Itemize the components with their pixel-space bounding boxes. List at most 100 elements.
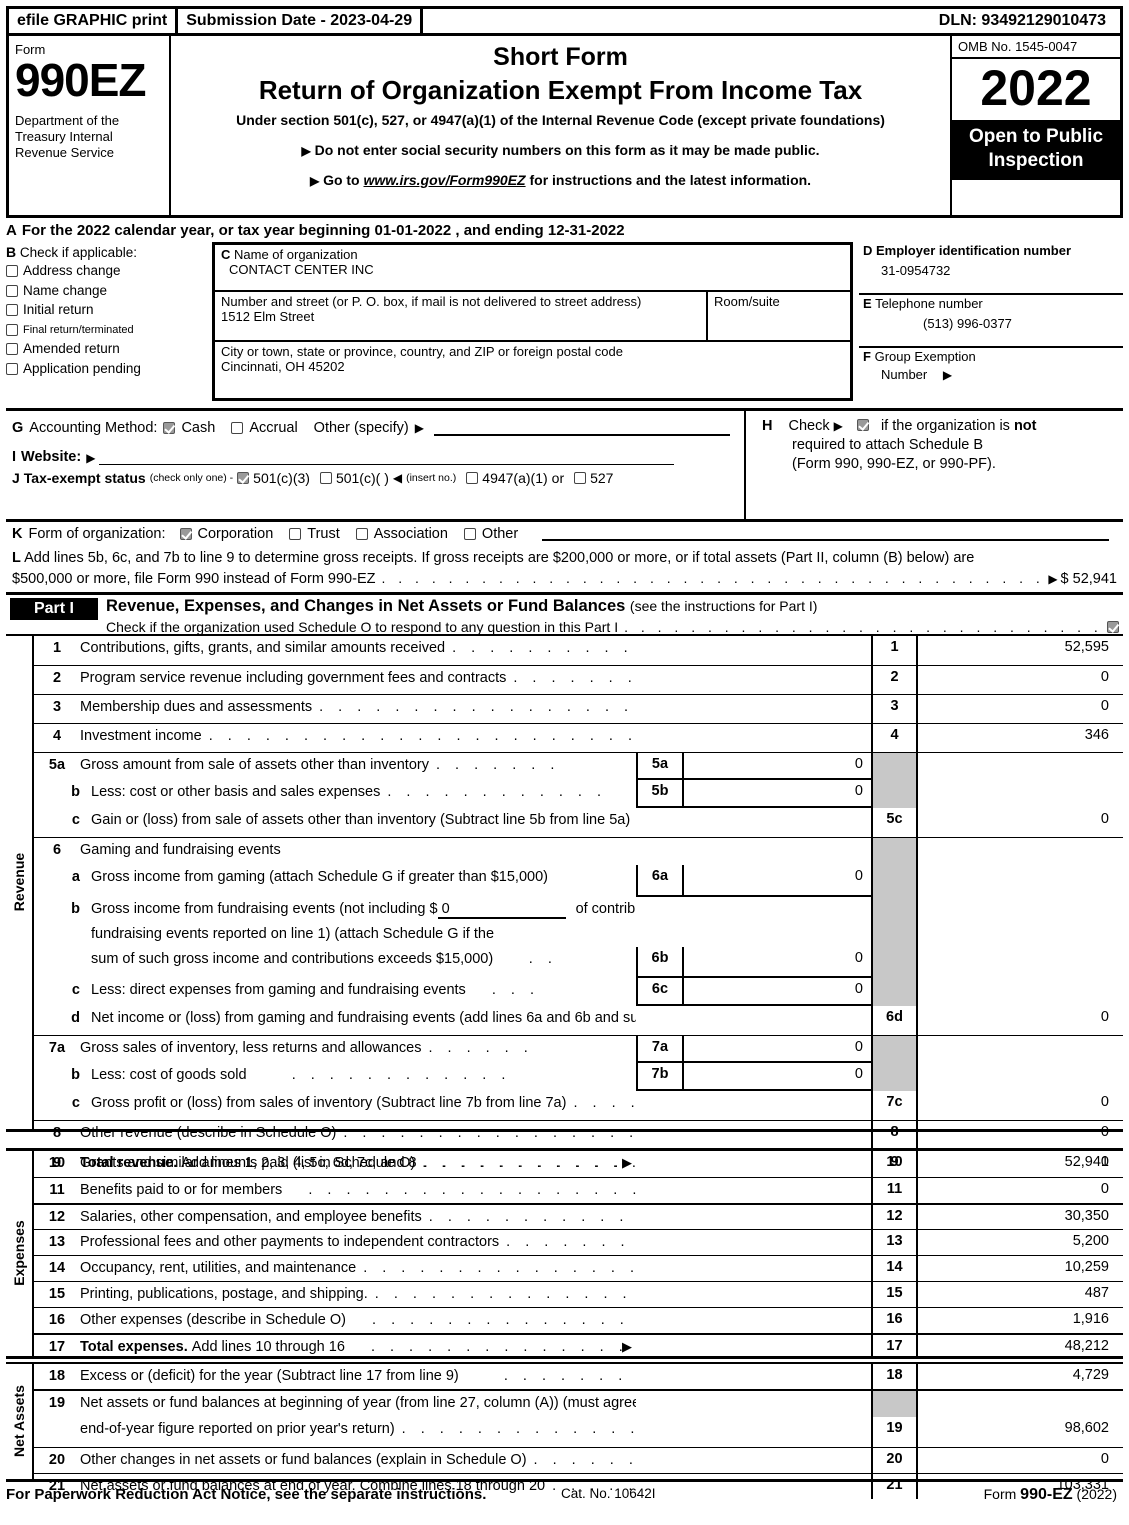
- irs-form990ez-link[interactable]: www.irs.gov/Form990EZ: [364, 172, 526, 188]
- dot-leader: . . . . . . . . . . . . . . . . . . . . …: [428, 1209, 636, 1225]
- dot-leader: . . . . . . . . . . . .: [387, 784, 607, 800]
- inner-spacer: [636, 724, 871, 752]
- section-k-letter: K: [12, 526, 23, 542]
- line-number: 14: [48, 1260, 66, 1276]
- triangle-left-icon: ◀: [392, 471, 403, 485]
- line-a-text: For the 2022 calendar year, or tax year …: [21, 222, 625, 239]
- inner-spacer: [636, 666, 871, 694]
- cash-label: Cash: [181, 420, 216, 436]
- checkbox-amended-return[interactable]: Amended return: [6, 342, 211, 356]
- line-text: Less: direct expenses from gaming and fu…: [91, 978, 636, 1006]
- line-text: Less: cost or other basis and sales expe…: [91, 780, 636, 808]
- dot-leader: . . . . . . . . . . . . . . . . . . . . …: [372, 1312, 636, 1328]
- checkbox-icon[interactable]: [6, 304, 18, 316]
- section-h-line2: required to attach Schedule B: [792, 437, 984, 453]
- inner-line-number: 6a: [638, 865, 684, 895]
- net-assets-section: Net Assets 18 Excess or (deficit) for th…: [6, 1362, 1123, 1499]
- checkbox-4947a1-icon[interactable]: [466, 472, 479, 484]
- line-number: 12: [48, 1209, 66, 1225]
- table-row: c Gain or (loss) from sale of assets oth…: [34, 808, 1123, 837]
- checkbox-trust-icon[interactable]: [289, 528, 302, 540]
- table-row: 10 Grants and similar amounts paid (list…: [34, 1151, 1123, 1177]
- masthead-bullet-1: ▶ Do not enter social security numbers o…: [171, 142, 950, 158]
- checkbox-corporation-icon[interactable]: [179, 528, 192, 540]
- line-text: Printing, publications, postage, and shi…: [80, 1282, 636, 1307]
- line-number: [34, 947, 91, 978]
- amount-value: 0: [1100, 1094, 1109, 1110]
- open-to-public-inspection-badge: Open to Public Inspection: [952, 120, 1120, 180]
- checkbox-501c-icon[interactable]: [319, 472, 332, 484]
- checkbox-501c3-icon[interactable]: [237, 472, 250, 484]
- inner-amount-value: 0: [854, 950, 863, 966]
- website-input[interactable]: [99, 450, 674, 465]
- checkbox-accrual-icon[interactable]: [231, 422, 244, 434]
- amount-value: [918, 978, 1123, 1006]
- outer-line-number-gray: [871, 947, 918, 978]
- amount-value: 0: [1100, 1181, 1109, 1197]
- option-4947a1-label: 4947(a)(1): [482, 470, 548, 486]
- checkbox-address-change[interactable]: Address change: [6, 264, 211, 278]
- net-assets-tab-label: Net Assets: [11, 1384, 27, 1457]
- section-l-line2: $500,000 or more, file Form 990 instead …: [12, 571, 376, 587]
- line-text: Gross sales of inventory, less returns a…: [80, 1036, 636, 1063]
- submission-date-label: Submission Date - 2023-04-29: [178, 9, 424, 33]
- checkbox-icon[interactable]: [6, 323, 18, 336]
- table-row: c Gross profit or (loss) from sales of i…: [34, 1091, 1123, 1120]
- line-label: fundraising events reported on line 1) (…: [91, 926, 495, 942]
- line-number: 13: [48, 1234, 66, 1250]
- masthead-bullet-2: ▶ Go to www.irs.gov/Form990EZ for instru…: [171, 172, 950, 188]
- section-e-letter: E: [863, 296, 872, 311]
- amount-value: [918, 780, 1123, 808]
- line-label: Other changes in net assets or fund bala…: [80, 1452, 527, 1468]
- checkbox-icon[interactable]: [6, 284, 18, 297]
- amount-value: [918, 865, 1123, 897]
- inner-line-number: 6b: [638, 947, 684, 976]
- outer-line-number: 14: [871, 1256, 918, 1281]
- checkbox-application-pending[interactable]: Application pending: [6, 360, 211, 376]
- line-text: Salaries, other compensation, and employ…: [80, 1205, 636, 1229]
- checkbox-icon[interactable]: [6, 362, 18, 375]
- line-label: Investment income: [80, 728, 202, 744]
- checkbox-final-return-terminated[interactable]: Final return/terminated: [6, 323, 211, 337]
- checkbox-label: Application pending: [23, 360, 141, 376]
- checkbox-initial-return[interactable]: Initial return: [6, 303, 211, 317]
- checkbox-icon[interactable]: [6, 343, 18, 355]
- checkbox-association-icon[interactable]: [355, 528, 368, 540]
- amount-value: [918, 1063, 1123, 1091]
- checkbox-527-icon[interactable]: [574, 472, 587, 484]
- section-h-line1: H Check ▶ if the organization is not: [762, 417, 1123, 436]
- outer-line-number: 8: [871, 1121, 918, 1149]
- section-b-checkboxes: B Check if applicable: Address change Na…: [6, 244, 211, 381]
- line-number: a: [71, 869, 80, 885]
- section-e-phone-cell: E Telephone number (513) 996-0377: [859, 295, 1123, 348]
- checkbox-label: Address change: [23, 263, 121, 278]
- line-number: 18: [48, 1368, 66, 1384]
- other-specify-input[interactable]: [434, 421, 730, 436]
- line-label: Gain or (loss) from sale of assets other…: [91, 812, 631, 828]
- other-org-input[interactable]: [542, 527, 1109, 541]
- amount-value: [918, 1391, 1123, 1417]
- line-label: Less: direct expenses from gaming and fu…: [91, 982, 466, 998]
- checkbox-name-change[interactable]: Name change: [6, 283, 211, 298]
- no-ssn-text: Do not enter social security numbers on …: [314, 142, 820, 158]
- checkbox-icon[interactable]: [6, 265, 18, 277]
- fundraising-contrib-input[interactable]: 0: [437, 901, 566, 919]
- checkbox-schedule-o-icon[interactable]: [1107, 621, 1119, 633]
- line-text: Excess or (deficit) for the year (Subtra…: [80, 1364, 636, 1389]
- checkbox-other-icon[interactable]: [463, 528, 476, 540]
- triangle-bullet-icon: ▶: [301, 144, 311, 158]
- table-row: 5a Gross amount from sale of assets othe…: [34, 752, 1123, 780]
- ghij-left: G Accounting Method: Cash Accrual Other …: [6, 411, 746, 519]
- inner-spacer: [636, 1178, 871, 1203]
- masthead-left: Form 990EZ Department of the Treasury In…: [9, 36, 171, 215]
- revenue-tab-label: Revenue: [11, 852, 27, 911]
- table-row: 18 Excess or (deficit) for the year (Sub…: [34, 1364, 1123, 1389]
- department-label: Department of the Treasury Internal Reve…: [15, 113, 120, 160]
- line-text: end-of-year figure reported on prior yea…: [80, 1417, 636, 1447]
- checkbox-cash-icon[interactable]: [163, 422, 176, 434]
- line-number: 4: [52, 728, 62, 744]
- checkbox-schedule-b-icon[interactable]: [856, 419, 869, 431]
- section-l-letter: L: [12, 550, 21, 566]
- form-footer-prefix: Form: [983, 1486, 1021, 1502]
- form-footer-year: (2022): [1072, 1486, 1117, 1502]
